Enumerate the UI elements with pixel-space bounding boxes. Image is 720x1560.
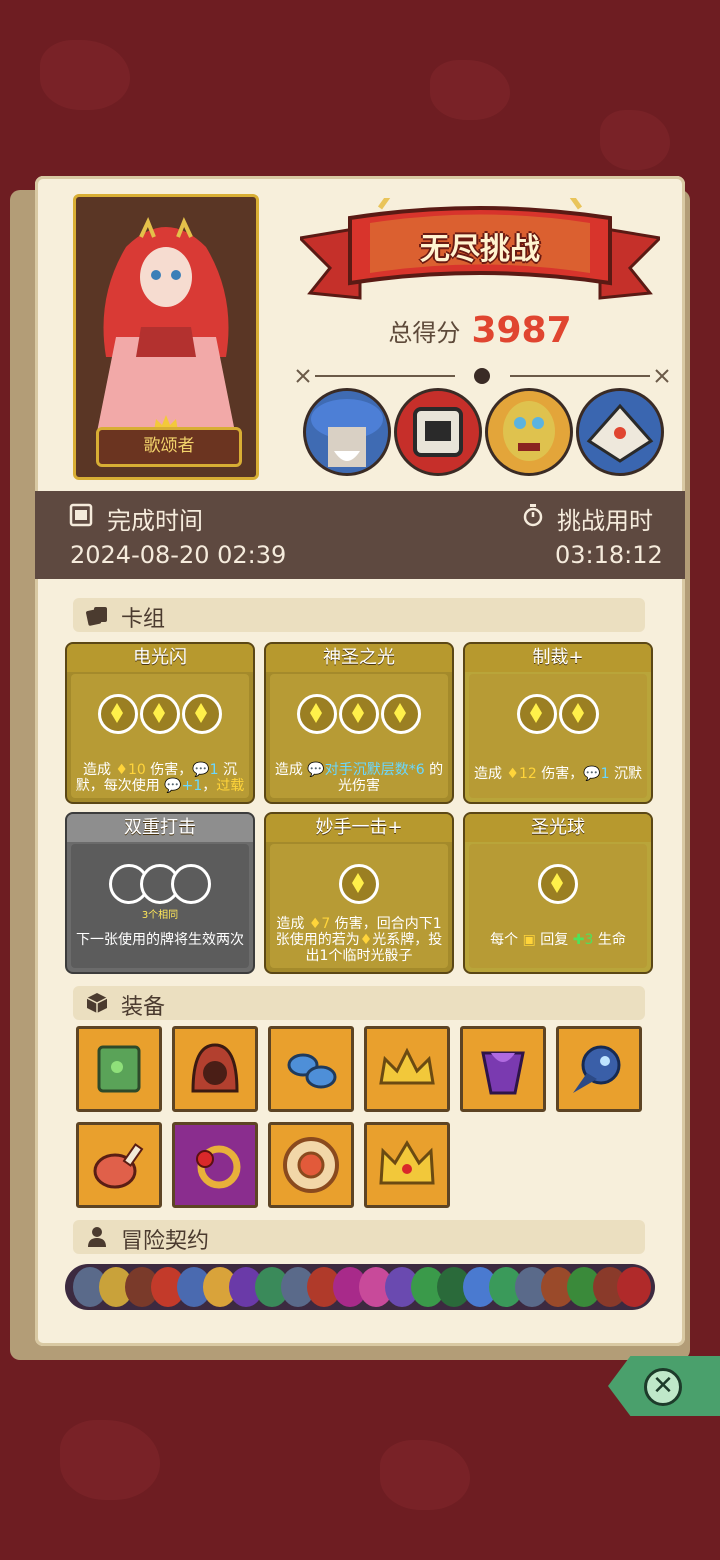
card-title: 圣光球 <box>465 814 651 842</box>
card-description: 造成 💬对手沉默层数*6 的光伤害 <box>274 762 444 794</box>
defeated-bosses <box>303 388 664 478</box>
dice-slots <box>71 694 249 734</box>
bg-decoration <box>60 1420 160 1500</box>
ruby-ring-icon[interactable] <box>172 1122 258 1208</box>
card-title: 双重打击 <box>67 814 253 842</box>
contract-badges-row <box>65 1264 655 1310</box>
duration-label: 挑战用时 <box>557 507 653 535</box>
card-lightning-flash[interactable]: 电光闪 造成 ♦10 伤害，💬1 沉默，每次使用 💬+1，过载 <box>65 642 255 804</box>
gold-tiara-icon[interactable] <box>364 1026 450 1112</box>
plague-mask-icon[interactable] <box>556 1026 642 1112</box>
dice-slots <box>270 694 448 734</box>
contract-badge-icon[interactable] <box>617 1267 651 1307</box>
deck-section-header: 卡组 <box>73 598 645 632</box>
card-sanction-plus[interactable]: 制裁+ 造成 ♦12 伤害，💬1 沉默 <box>463 642 653 804</box>
blue-mushroom-icon[interactable] <box>268 1026 354 1112</box>
boss-masked-shaman-icon <box>485 388 573 476</box>
finish-time-value: 2024-08-20 02:39 <box>70 541 287 569</box>
card-description: 造成 ♦12 伤害，💬1 沉默 <box>473 766 643 782</box>
card-description: 下一张使用的牌将生效两次 <box>76 932 244 948</box>
card-description: 造成 ♦7 伤害，回合内下1张使用的若为♦光系牌，投出1个临时光骰子 <box>275 916 443 964</box>
time-bar: 完成时间 2024-08-20 02:39 挑战用时 03:18:12 <box>35 491 685 579</box>
card-masterstroke-plus[interactable]: 妙手一击+ 造成 ♦7 伤害，回合内下1张使用的若为♦光系牌，投出1个临时光骰子 <box>264 812 454 974</box>
boss-mushroom-elder-icon <box>303 388 391 476</box>
green-book-icon[interactable] <box>76 1026 162 1112</box>
hero-name: 歌颂者 <box>96 427 242 467</box>
card-description: 每个 ▣ 回复 ✚3 生命 <box>490 932 626 948</box>
card-double-strike[interactable]: 双重打击 3个相同 下一张使用的牌将生效两次 <box>65 812 255 974</box>
card-title: 电光闪 <box>67 644 253 672</box>
dice-slots <box>469 864 647 904</box>
dice-slots <box>270 864 448 904</box>
round-shield-icon[interactable] <box>268 1122 354 1208</box>
deck-section-title: 卡组 <box>121 607 166 632</box>
card-holy-light[interactable]: 神圣之光 造成 💬对手沉默层数*6 的光伤害 <box>264 642 454 804</box>
contract-section-header: 冒险契约 <box>73 1220 645 1254</box>
dice-slots <box>469 694 647 734</box>
cards-icon <box>86 607 107 626</box>
duration-value: 03:18:12 <box>555 541 663 569</box>
card-holy-orb[interactable]: 圣光球 每个 ▣ 回复 ✚3 生命 <box>463 812 653 974</box>
bg-decoration <box>40 40 130 110</box>
bg-decoration <box>600 110 670 170</box>
card-title: 制裁+ <box>465 644 651 672</box>
bg-decoration <box>430 60 510 120</box>
jeweled-crown-icon[interactable] <box>364 1122 450 1208</box>
equipment-section-title: 装备 <box>121 995 166 1020</box>
close-icon: ✕ <box>644 1368 682 1406</box>
dice-requirement: 3个相同 <box>141 910 179 921</box>
card-title: 妙手一击+ <box>266 814 452 842</box>
equipment-section-header: 装备 <box>73 986 645 1020</box>
card-description: 造成 ♦10 伤害，💬1 沉默，每次使用 💬+1，过载 <box>75 762 245 794</box>
purple-cloak-icon[interactable] <box>460 1026 546 1112</box>
score-row: 总得分 3987 <box>305 310 655 351</box>
result-panel: 歌颂者 无尽挑战 总得分 3987 完成时间 2024-08-20 02:39 … <box>35 176 685 1346</box>
close-button[interactable]: ✕ <box>608 1356 720 1416</box>
card-title: 神圣之光 <box>266 644 452 672</box>
score-value: 3987 <box>471 310 572 351</box>
dice-slots <box>71 864 249 904</box>
stopwatch-icon <box>523 504 543 527</box>
red-hood-icon[interactable] <box>172 1026 258 1112</box>
boss-bone-dragon-icon <box>576 388 664 476</box>
title-banner <box>300 198 660 300</box>
bg-decoration <box>380 1440 470 1510</box>
hero-portrait: 歌颂者 <box>73 194 259 480</box>
box-icon <box>86 993 108 1013</box>
calendar-icon <box>69 503 93 527</box>
score-label: 总得分 <box>388 319 461 347</box>
person-icon <box>88 1227 106 1247</box>
contract-section-title: 冒险契约 <box>121 1229 210 1254</box>
ham-leg-icon[interactable] <box>76 1122 162 1208</box>
boss-drum-knight-icon <box>394 388 482 476</box>
finish-time-label: 完成时间 <box>107 507 203 535</box>
ornament-divider <box>296 368 669 384</box>
